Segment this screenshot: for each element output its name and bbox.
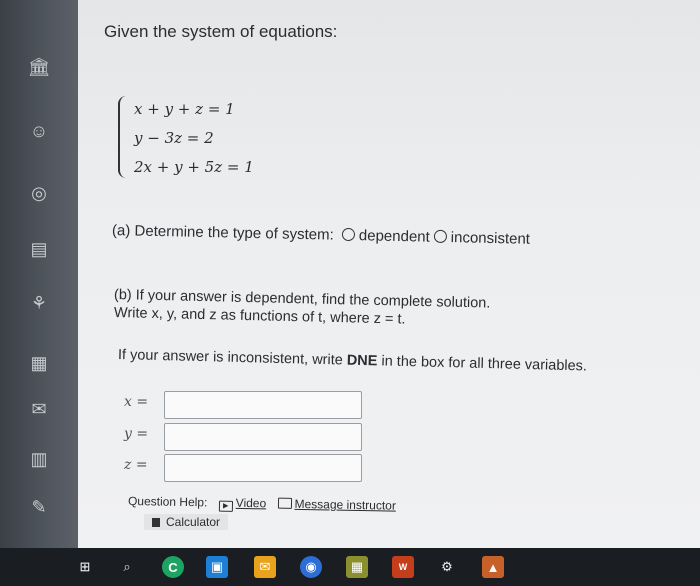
photos-icon[interactable]: ▲ (482, 556, 504, 578)
chrome-icon[interactable]: C (162, 556, 184, 578)
question-page: Given the system of equations: x + y + z… (78, 0, 700, 548)
mail-icon[interactable]: ✉ (28, 398, 50, 420)
note-text-bold: DNE (346, 352, 378, 370)
group-icon[interactable]: ⚘ (28, 292, 50, 314)
y-answer-input[interactable] (164, 423, 362, 451)
edit-icon[interactable]: ✎ (28, 496, 50, 518)
bank-icon[interactable]: 🏛 (28, 56, 51, 78)
y-label: y = (124, 426, 149, 442)
globe-icon[interactable]: ◎ (28, 182, 50, 204)
radio-inconsistent[interactable] (433, 229, 447, 244)
calculator-label: Calculator (166, 515, 221, 529)
browser-icon[interactable]: ◉ (300, 556, 322, 578)
option-dependent-label[interactable]: dependent (359, 227, 430, 245)
note-text-post: in the box for all three variables. (377, 353, 588, 375)
windows-icon[interactable]: ⊞ (74, 556, 96, 578)
radio-dependent[interactable] (341, 227, 356, 242)
equation-1: x + y + z = 1 (134, 100, 235, 118)
question-help: Question Help: ▶ Video Message instructor (128, 494, 396, 515)
video-icon: ▶ (218, 500, 233, 512)
mail-icon[interactable]: ✉ (254, 556, 276, 578)
calculator-icon[interactable]: ▦ (346, 556, 368, 578)
option-inconsistent-label[interactable]: inconsistent (451, 229, 531, 248)
x-label: x = (124, 394, 149, 410)
part-a: (a) Determine the type of system: depend… (112, 222, 530, 248)
message-instructor-link[interactable]: Message instructor (294, 497, 396, 513)
calendar-icon[interactable]: ▦ (28, 352, 50, 374)
inconsistent-note: If your answer is inconsistent, write DN… (118, 347, 587, 374)
equation-brace (118, 96, 130, 178)
question-help-label: Question Help: (127, 494, 208, 510)
video-link[interactable]: Video (236, 496, 267, 511)
part-a-prompt: (a) Determine the type of system: (111, 222, 334, 244)
note-text-pre: If your answer is inconsistent, write (117, 347, 348, 369)
envelope-icon (277, 497, 292, 509)
x-answer-input[interactable] (164, 391, 362, 419)
equation-2: y − 3z = 2 (134, 129, 214, 147)
file-explorer-icon[interactable]: ▣ (206, 556, 228, 578)
question-title: Given the system of equations: (104, 22, 338, 41)
search-icon[interactable]: ⌕ (116, 556, 138, 578)
z-label: z = (124, 457, 148, 473)
book-icon[interactable]: ▤ (28, 238, 50, 260)
z-answer-input[interactable] (164, 454, 362, 482)
calculator-button[interactable]: Calculator (144, 514, 229, 530)
settings-icon[interactable]: ⚙ (436, 556, 458, 578)
user-icon[interactable]: ☺ (28, 120, 50, 142)
calculator-icon (152, 518, 160, 527)
left-nav-rail: 🏛 ☺ ◎ ▤ ⚘ ▦ ✉ ▥ ✎ (0, 0, 78, 586)
equation-3: 2x + y + 5z = 1 (134, 158, 254, 176)
document-icon[interactable]: ▥ (28, 448, 50, 470)
word-icon[interactable]: W (392, 556, 414, 578)
